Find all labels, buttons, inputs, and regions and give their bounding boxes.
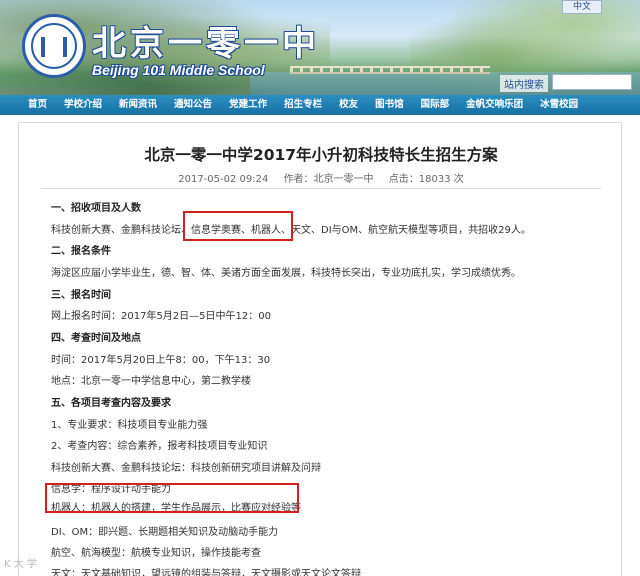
nav-item-library[interactable]: 图书馆: [375, 95, 404, 115]
paragraph-line: 2、考查内容：综合素养，报考科技项目专业知识: [51, 441, 268, 452]
nav-item-party[interactable]: 党建工作: [229, 95, 267, 115]
header-banner: 北京一零一中 Beijing 101 Middle School 中文 站内搜索: [0, 0, 640, 95]
school-name-cn: 北京一零一中: [92, 24, 320, 64]
highlight-box-competitions: [183, 211, 293, 241]
banner-bridge: [290, 66, 490, 74]
section-heading: 三、报名时间: [51, 290, 111, 301]
article-container: 北京一零一中学2017年小升初科技特长生招生方案 2017-05-02 09:2…: [18, 122, 622, 576]
nav-item-notices[interactable]: 通知公告: [174, 95, 212, 115]
paragraph-line: 时间：2017年5月20日上午8：00，下午13：30: [51, 355, 271, 366]
paragraph-line: 科技创新大赛、金鹏科技论坛：科技创新研究项目讲解及问辩: [51, 463, 321, 474]
paragraph-line: 网上报名时间：2017年5月2日—5日中午12：00: [51, 311, 271, 322]
nav-item-about[interactable]: 学校介绍: [64, 95, 102, 115]
nav-item-international[interactable]: 国际部: [421, 95, 450, 115]
language-toggle-button[interactable]: 中文: [562, 0, 602, 14]
paragraph-line: 航空、航海模型：航模专业知识，操作技能考查: [51, 548, 261, 559]
nav-item-orchestra[interactable]: 金帆交响乐团: [466, 95, 523, 115]
nav-item-admissions[interactable]: 招生专栏: [284, 95, 322, 115]
paragraph-line: 天文：天文基础知识，望远镜的组装与答辩，天文摄影或天文论文答辩: [51, 569, 361, 576]
article-date: 2017-05-02 09:24: [178, 174, 269, 185]
title-divider: [41, 188, 601, 189]
highlight-box-robotics: [45, 483, 299, 513]
paragraph-line: 1、专业要求：科技项目专业能力强: [51, 420, 208, 431]
article-title: 北京一零一中学2017年小升初科技特长生招生方案: [144, 146, 498, 164]
section-heading: 五、各项目考查内容及要求: [51, 398, 171, 409]
article-views: 点击：18033 次: [388, 174, 464, 185]
paragraph-line: 地点：北京一零一中学信息中心，第二教学楼: [51, 376, 251, 387]
section-heading: 四、考查时间及地点: [51, 333, 141, 344]
main-nav: 首页 学校介绍 新闻资讯 通知公告 党建工作 招生专栏 校友 图书馆 国际部 金…: [0, 95, 640, 115]
search-label: 站内搜索: [500, 75, 548, 92]
site-search-input[interactable]: [552, 74, 632, 90]
nav-item-ice-snow[interactable]: 冰雪校园: [540, 95, 578, 115]
article-author: 作者：北京一零一中: [283, 174, 374, 185]
school-name-en: Beijing 101 Middle School: [92, 62, 265, 78]
paragraph-line: DI、OM：即兴题、长期题相关知识及动脑动手能力: [51, 527, 279, 538]
nav-item-home[interactable]: 首页: [28, 95, 47, 115]
section-heading: 一、招收项目及人数: [51, 203, 141, 214]
nav-item-alumni[interactable]: 校友: [339, 95, 358, 115]
paragraph-line: 海淀区应届小学毕业生，德、智、体、美诸方面全面发展，科技特长突出，专业功底扎实，…: [51, 268, 521, 279]
article-meta: 2017-05-02 09:24 作者：北京一零一中 点击：18033 次: [19, 170, 623, 185]
nav-item-news[interactable]: 新闻资讯: [119, 95, 157, 115]
watermark: K 大 学: [4, 559, 37, 570]
logo-mark: [41, 37, 67, 57]
section-heading: 二、报名条件: [51, 246, 111, 257]
school-logo-icon[interactable]: [22, 14, 86, 78]
